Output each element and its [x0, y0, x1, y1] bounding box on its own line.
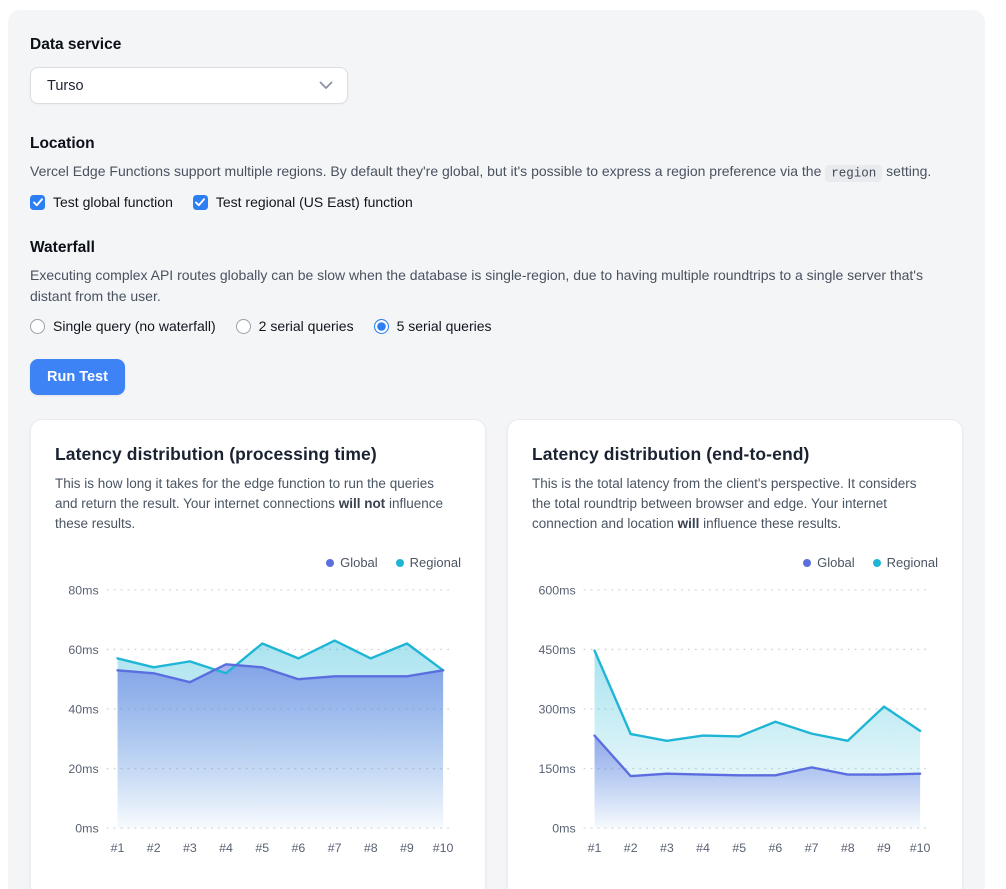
svg-text:0ms: 0ms	[75, 822, 98, 836]
legend-item-regional: Regional	[873, 555, 938, 570]
svg-text:#3: #3	[183, 841, 197, 855]
svg-text:#6: #6	[292, 841, 306, 855]
chart-card-end-to-end: Latency distribution (end-to-end) This i…	[507, 419, 963, 889]
svg-text:#2: #2	[624, 841, 638, 855]
svg-text:#10: #10	[433, 841, 454, 855]
svg-text:#8: #8	[364, 841, 378, 855]
radio-option[interactable]: Single query (no waterfall)	[30, 318, 216, 334]
svg-text:#10: #10	[910, 841, 931, 855]
legend-item-global: Global	[326, 555, 378, 570]
waterfall-heading: Waterfall	[30, 239, 963, 257]
checkbox-checked-icon[interactable]	[193, 195, 208, 210]
latency-end-to-end-chart: 600ms 450ms 300ms 150ms 0ms #1 #2 #3 #4 #5 #6 #7 #8 #…	[532, 576, 938, 864]
svg-text:#9: #9	[877, 841, 891, 855]
radio-unselected-icon[interactable]	[236, 319, 251, 334]
legend-item-global: Global	[803, 555, 855, 570]
svg-text:#5: #5	[732, 841, 746, 855]
charts-row: Latency distribution (processing time) T…	[30, 419, 963, 889]
svg-text:150ms: 150ms	[538, 762, 575, 776]
radio-label: 5 serial queries	[397, 318, 492, 334]
svg-text:60ms: 60ms	[68, 643, 98, 657]
checkbox-checked-icon[interactable]	[30, 195, 45, 210]
data-service-selected-value: Turso	[47, 78, 84, 94]
radio-option[interactable]: 2 serial queries	[236, 318, 354, 334]
legend-dot-icon	[803, 559, 811, 567]
svg-text:40ms: 40ms	[68, 702, 98, 716]
data-service-heading: Data service	[30, 36, 963, 54]
svg-text:#3: #3	[660, 841, 674, 855]
waterfall-description: Executing complex API routes globally ca…	[30, 265, 960, 307]
chevron-down-icon	[319, 81, 333, 90]
checkbox-option[interactable]: Test global function	[30, 194, 173, 210]
radio-selected-icon[interactable]	[374, 319, 389, 334]
legend-label: Global	[817, 555, 855, 570]
legend-label: Regional	[410, 555, 461, 570]
location-checkbox-row: Test global function Test regional (US Ea…	[30, 194, 963, 210]
legend-item-regional: Regional	[396, 555, 461, 570]
chart-description: This is how long it takes for the edge f…	[55, 474, 443, 534]
chart-title: Latency distribution (processing time)	[55, 444, 461, 465]
svg-text:450ms: 450ms	[538, 643, 575, 657]
data-service-select[interactable]: Turso	[30, 67, 348, 104]
svg-text:#1: #1	[111, 841, 125, 855]
svg-text:#5: #5	[255, 841, 269, 855]
svg-text:80ms: 80ms	[68, 583, 98, 597]
chart-legend: Global Regional	[532, 555, 938, 570]
svg-text:#7: #7	[805, 841, 819, 855]
legend-label: Global	[340, 555, 378, 570]
svg-text:300ms: 300ms	[538, 702, 575, 716]
svg-text:#1: #1	[588, 841, 602, 855]
radio-label: Single query (no waterfall)	[53, 318, 216, 334]
legend-dot-icon	[326, 559, 334, 567]
chart-card-processing-time: Latency distribution (processing time) T…	[30, 419, 486, 889]
svg-text:#2: #2	[147, 841, 161, 855]
radio-label: 2 serial queries	[259, 318, 354, 334]
legend-dot-icon	[873, 559, 881, 567]
svg-text:#8: #8	[841, 841, 855, 855]
waterfall-radio-row: Single query (no waterfall) 2 serial quer…	[30, 318, 963, 334]
settings-panel: Data service Turso Location Vercel Edge …	[8, 10, 985, 889]
svg-text:0ms: 0ms	[552, 822, 575, 836]
radio-unselected-icon[interactable]	[30, 319, 45, 334]
legend-dot-icon	[396, 559, 404, 567]
svg-text:#6: #6	[769, 841, 783, 855]
chart-description: This is the total latency from the clien…	[532, 474, 920, 534]
latency-processing-chart: 80ms 60ms 40ms 20ms 0ms #1 #2 #3 #4 #5 #6 #7 #8 #9 #10	[55, 576, 461, 864]
checkbox-label: Test regional (US East) function	[216, 194, 413, 210]
svg-text:#4: #4	[219, 841, 233, 855]
checkbox-label: Test global function	[53, 194, 173, 210]
legend-label: Regional	[887, 555, 938, 570]
chart-legend: Global Regional	[55, 555, 461, 570]
location-heading: Location	[30, 135, 963, 153]
svg-text:#7: #7	[328, 841, 342, 855]
checkbox-option[interactable]: Test regional (US East) function	[193, 194, 413, 210]
chart-title: Latency distribution (end-to-end)	[532, 444, 938, 465]
radio-option[interactable]: 5 serial queries	[374, 318, 492, 334]
svg-text:600ms: 600ms	[538, 583, 575, 597]
svg-text:#4: #4	[696, 841, 710, 855]
svg-text:20ms: 20ms	[68, 762, 98, 776]
location-description: Vercel Edge Functions support multiple r…	[30, 161, 955, 184]
svg-text:#9: #9	[400, 841, 414, 855]
run-test-button[interactable]: Run Test	[30, 359, 125, 395]
